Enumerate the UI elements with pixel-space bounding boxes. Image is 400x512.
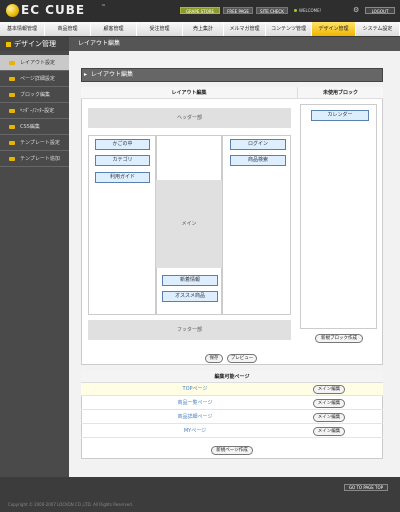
menu-item-sales[interactable]: 売上集計 xyxy=(183,22,224,36)
sidebar-item-block-edit[interactable]: ブロック編集 xyxy=(0,87,69,103)
logo-trademark: ™ xyxy=(101,4,106,10)
menu-item-system[interactable]: システム設定 xyxy=(356,22,400,36)
gear-icon: ⚙ xyxy=(353,6,360,14)
sidebar-item-page-detail[interactable]: ページ詳細設定 xyxy=(0,71,69,87)
main-edit-button[interactable]: メイン編集 xyxy=(313,427,345,436)
menu-item-basic[interactable]: 基本情報管理 xyxy=(0,22,45,36)
sidebar: レイアウト設定 ページ詳細設定 ブロック編集 ﾍｯﾀﾞｰ/ﾌｯﾀｰ設定 CSS編… xyxy=(0,51,69,477)
save-button[interactable]: 保存 xyxy=(205,354,223,363)
page-link[interactable]: TOPページ xyxy=(81,383,309,396)
arrow-icon: ▸ xyxy=(84,71,88,78)
header-zone: ヘッダー部 xyxy=(88,108,291,128)
sidebar-item-header-footer[interactable]: ﾍｯﾀﾞｰ/ﾌｯﾀｰ設定 xyxy=(0,103,69,119)
free-page-button[interactable]: FREE PAGE xyxy=(223,7,253,14)
panel-title: レイアウト編集 xyxy=(91,71,134,78)
block-news[interactable]: 新着情報 xyxy=(162,275,218,286)
preview-button[interactable]: プレビュー xyxy=(227,354,257,363)
menu-item-customers[interactable]: 顧客管理 xyxy=(91,22,137,36)
new-block-button[interactable]: 新規ブロック作成 xyxy=(315,334,363,343)
main-edit-button[interactable]: メイン編集 xyxy=(313,399,345,408)
page-link[interactable]: 商品詳細ページ xyxy=(81,411,309,424)
menu-item-design[interactable]: デザイン管理 xyxy=(312,22,356,36)
logout-button[interactable]: LOGOUT xyxy=(365,7,395,14)
sidebar-item-label: ﾍｯﾀﾞｰ/ﾌｯﾀｰ設定 xyxy=(20,108,55,114)
table-row: TOPページ メイン編集 xyxy=(81,383,383,396)
sidebar-item-template[interactable]: テンプレート設定 xyxy=(0,135,69,151)
sidebar-item-label: ページ詳細設定 xyxy=(20,76,55,82)
sidebar-item-label: テンプレート設定 xyxy=(20,140,60,146)
section-subtitle: レイアウト編集 xyxy=(78,40,121,47)
folder-icon xyxy=(9,109,15,113)
folder-icon xyxy=(9,77,15,81)
menu-item-mailmagazine[interactable]: メルマガ管理 xyxy=(224,22,266,36)
sidebar-item-css[interactable]: CSS編集 xyxy=(0,119,69,135)
table-row: 商品詳細ページ メイン編集 xyxy=(81,411,383,424)
main-zone: メイン xyxy=(156,180,222,268)
menu-item-contents[interactable]: コンテンツ管理 xyxy=(266,22,312,36)
page-top-button[interactable]: GO TO PAGE TOP xyxy=(344,484,388,491)
sidebar-item-label: レイアウト設定 xyxy=(20,60,56,66)
logo-text: EC CUBE xyxy=(21,3,86,17)
main-edit-button[interactable]: メイン編集 xyxy=(313,385,345,394)
page-link[interactable]: 商品一覧ページ xyxy=(81,397,309,410)
block-category[interactable]: カテゴリ xyxy=(95,155,150,166)
folder-icon xyxy=(9,93,15,97)
status-dot-icon xyxy=(294,9,297,12)
sidebar-item-template-add[interactable]: テンプレート追加 xyxy=(0,151,69,167)
welcome-text: WELCOME! xyxy=(299,8,322,13)
unused-blocks-column[interactable] xyxy=(300,104,377,329)
folder-icon xyxy=(9,157,15,161)
grape-store-button[interactable]: GRAPE STORE xyxy=(180,7,220,14)
block-cart[interactable]: かごの中 xyxy=(95,139,150,150)
main-menu: 基本情報管理 商品管理 顧客管理 受注管理 売上集計 メルマガ管理 コンテンツ管… xyxy=(0,22,400,36)
new-page-button[interactable]: 新規ページ作成 xyxy=(211,446,253,455)
table-row: 商品一覧ページ メイン編集 xyxy=(81,397,383,410)
copyright: Copyright © 2000-2007 LOCKON CO.,LTD. Al… xyxy=(8,502,134,507)
sidebar-item-label: ブロック編集 xyxy=(20,92,51,98)
block-guide[interactable]: 利用ガイド xyxy=(95,172,150,183)
sidebar-item-label: テンプレート追加 xyxy=(20,156,60,162)
section-square-icon xyxy=(6,42,11,47)
folder-icon xyxy=(9,61,15,65)
sidebar-item-layout[interactable]: レイアウト設定 xyxy=(0,55,69,71)
menu-item-orders[interactable]: 受注管理 xyxy=(137,22,183,36)
sidebar-item-label: CSS編集 xyxy=(20,124,40,130)
menu-item-products[interactable]: 商品管理 xyxy=(45,22,91,36)
folder-icon xyxy=(9,141,15,145)
layout-column-header: レイアウト編集 xyxy=(81,87,297,99)
page-link[interactable]: MYページ xyxy=(81,425,309,438)
table-row: MYページ メイン編集 xyxy=(81,425,383,438)
site-check-button[interactable]: SITE CHECK xyxy=(256,7,288,14)
block-search[interactable]: 商品検索 xyxy=(230,155,286,166)
block-login[interactable]: ログイン xyxy=(230,139,286,150)
editable-pages-header: 編集可能ページ xyxy=(81,371,383,383)
block-recommend[interactable]: オススメ商品 xyxy=(162,291,218,302)
footer-zone: フッター部 xyxy=(88,320,291,340)
block-calendar[interactable]: カレンダー xyxy=(311,110,369,121)
folder-icon xyxy=(9,125,15,129)
ec-cube-logo-icon xyxy=(6,4,19,17)
main-edit-button[interactable]: メイン編集 xyxy=(313,413,345,422)
unused-column-header: 未使用ブロック xyxy=(297,87,383,99)
section-title: デザイン管理 xyxy=(14,40,56,48)
